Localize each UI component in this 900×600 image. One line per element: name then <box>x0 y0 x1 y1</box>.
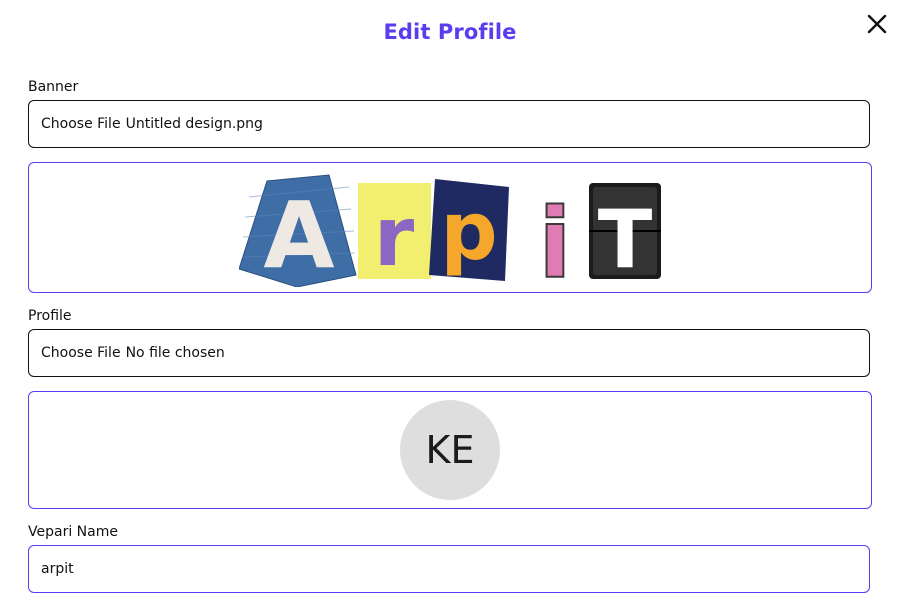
choose-file-button[interactable]: Choose File <box>41 116 121 132</box>
profile-preview: KE <box>28 391 872 509</box>
banner-image: A r p i T <box>239 173 661 287</box>
svg-text:r: r <box>374 190 415 285</box>
choose-file-button[interactable]: Choose File <box>41 345 121 361</box>
profile-label: Profile <box>28 308 72 324</box>
banner-file-name: Untitled design.png <box>125 116 263 132</box>
vepari-name-label: Vepari Name <box>28 524 118 540</box>
profile-file-name: No file chosen <box>125 345 225 361</box>
modal-title: Edit Profile <box>383 20 517 44</box>
profile-file-input[interactable]: Choose File No file chosen <box>28 329 870 377</box>
vepari-name-value: arpit <box>41 561 74 577</box>
svg-text:p: p <box>440 185 497 278</box>
svg-text:A: A <box>263 182 334 287</box>
close-icon[interactable] <box>865 12 889 36</box>
banner-preview: A r p i T <box>28 162 872 293</box>
banner-file-input[interactable]: Choose File Untitled design.png <box>28 100 870 148</box>
avatar: KE <box>400 400 500 500</box>
svg-text:i: i <box>539 188 572 287</box>
banner-label: Banner <box>28 79 79 95</box>
vepari-name-input[interactable]: arpit <box>28 545 870 593</box>
svg-text:T: T <box>598 193 653 286</box>
